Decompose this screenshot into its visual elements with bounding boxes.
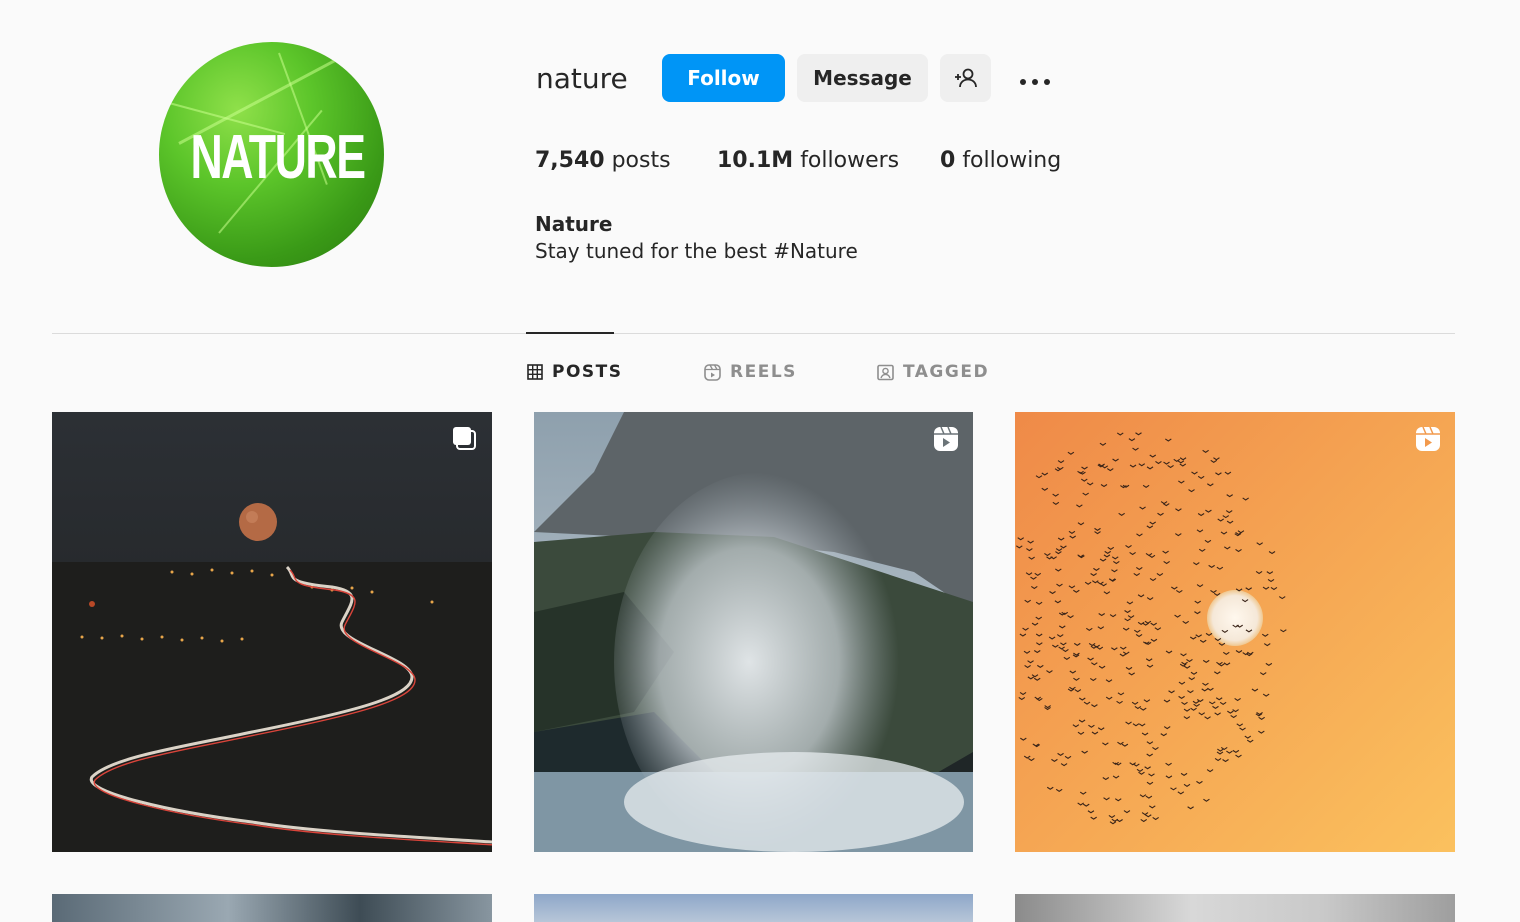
post-tile-6[interactable]: [1015, 894, 1455, 922]
post-tile-waterfall[interactable]: [534, 412, 973, 852]
followers-count: 10.1M: [717, 148, 794, 173]
reel-icon: [1416, 426, 1440, 451]
followers-stat[interactable]: 10.1M followers: [717, 148, 899, 173]
avatar-logo-text: NATURE: [190, 123, 366, 192]
tab-tagged[interactable]: TAGGED: [877, 362, 989, 382]
posts-label: posts: [611, 148, 671, 173]
active-tab-indicator: [526, 332, 614, 334]
post-tile-birds-moon[interactable]: [1015, 412, 1455, 852]
add-user-button[interactable]: [940, 54, 991, 102]
followers-label: followers: [800, 148, 900, 173]
tab-posts-label: POSTS: [552, 362, 623, 382]
tagged-icon: [877, 364, 894, 380]
follow-button[interactable]: Follow: [662, 54, 785, 102]
tabs-divider: [52, 333, 1455, 334]
following-stat[interactable]: 0 following: [940, 148, 1061, 173]
post-tile-4[interactable]: [52, 894, 492, 922]
profile-bio: Stay tuned for the best #Nature: [535, 239, 858, 263]
following-count: 0: [940, 148, 956, 173]
carousel-icon: [453, 427, 476, 450]
profile-full-name: Nature: [535, 212, 613, 236]
tab-tagged-label: TAGGED: [903, 362, 990, 382]
tab-reels-label: REELS: [730, 362, 797, 382]
grid-icon: [527, 364, 543, 380]
reels-icon: [704, 363, 721, 381]
more-options-icon: [1017, 66, 1053, 90]
tab-reels[interactable]: REELS: [704, 362, 797, 382]
add-user-icon: [954, 68, 977, 88]
post-tile-night-road[interactable]: [52, 412, 492, 852]
post-image: [1015, 412, 1455, 852]
post-image: [534, 412, 973, 852]
posts-stat: 7,540 posts: [535, 148, 671, 173]
profile-username: nature: [536, 62, 628, 95]
profile-avatar[interactable]: NATURE: [159, 42, 384, 267]
more-options-button[interactable]: [1008, 54, 1062, 102]
tab-posts[interactable]: POSTS: [527, 362, 623, 382]
message-button[interactable]: Message: [797, 54, 928, 102]
post-image: [52, 412, 492, 852]
post-tile-5[interactable]: [534, 894, 973, 922]
following-label: following: [962, 148, 1062, 173]
reel-icon: [934, 426, 958, 451]
posts-count: 7,540: [535, 148, 605, 173]
